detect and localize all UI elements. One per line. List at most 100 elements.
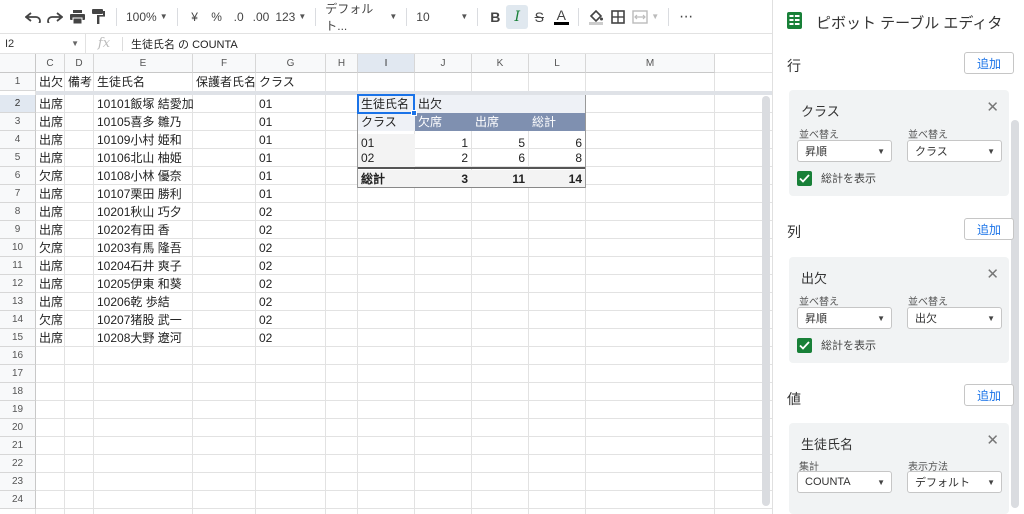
data-cell[interactable]: 欠席 — [36, 311, 65, 329]
data-cell[interactable]: 10107栗田 勝利 — [94, 185, 193, 203]
data-cell[interactable]: 出席 — [36, 257, 65, 275]
pivot-row-field[interactable]: クラス — [358, 113, 415, 131]
row-header[interactable]: 20 — [0, 419, 36, 437]
add-column-button[interactable]: 追加 — [964, 218, 1014, 240]
row-header[interactable]: 6 — [0, 167, 36, 185]
paint-format-icon[interactable] — [88, 5, 110, 29]
pivot-column-field[interactable]: 出欠 — [415, 95, 472, 113]
column-header[interactable]: C — [36, 54, 65, 73]
data-cell[interactable]: 10207猪股 武一 — [94, 311, 193, 329]
pivot-total-cell[interactable]: 14 — [529, 170, 586, 188]
sort-order-select[interactable]: 昇順 ▼ — [797, 140, 892, 162]
row-header[interactable]: 15 — [0, 329, 36, 347]
pivot-column-header[interactable]: 出席 — [472, 113, 529, 131]
header-cell[interactable]: 出欠 — [36, 73, 65, 91]
data-cell[interactable]: 10206乾 歩結 — [94, 293, 193, 311]
row-header[interactable]: 10 — [0, 239, 36, 257]
italic-button[interactable]: I — [506, 4, 529, 29]
more-icon[interactable]: ⋯ — [675, 5, 697, 29]
undo-icon[interactable] — [22, 5, 44, 29]
bold-button[interactable]: B — [484, 5, 506, 29]
row-header[interactable]: 24 — [0, 491, 36, 509]
row-header[interactable]: 13 — [0, 293, 36, 311]
data-cell[interactable]: 02 — [256, 275, 326, 293]
merge-cells-icon[interactable]: ▼ — [629, 5, 662, 29]
print-icon[interactable] — [66, 5, 88, 29]
row-header[interactable]: 12 — [0, 275, 36, 293]
row-header[interactable]: 21 — [0, 437, 36, 455]
show-totals-checkbox[interactable]: 総計を表示 — [797, 170, 876, 186]
currency-format-button[interactable]: ¥ — [184, 5, 206, 29]
pivot-total-cell[interactable]: 11 — [472, 170, 529, 188]
show-totals-checkbox[interactable]: 総計を表示 — [797, 337, 876, 353]
data-cell[interactable]: 01 — [256, 95, 326, 113]
row-header[interactable]: 3 — [0, 113, 36, 131]
row-header[interactable]: 8 — [0, 203, 36, 221]
data-cell[interactable]: 出席 — [36, 95, 65, 113]
data-cell[interactable]: 01 — [256, 185, 326, 203]
row-header[interactable]: 9 — [0, 221, 36, 239]
pivot-value-cell[interactable]: 8 — [529, 149, 586, 167]
data-cell[interactable]: 出席 — [36, 113, 65, 131]
data-cell[interactable]: 出席 — [36, 185, 65, 203]
data-cell[interactable]: 01 — [256, 131, 326, 149]
column-header[interactable]: H — [326, 54, 358, 73]
column-header[interactable]: L — [529, 54, 586, 73]
pivot-total-label[interactable]: 総計 — [358, 170, 415, 188]
data-cell[interactable]: 10108小林 優奈 — [94, 167, 193, 185]
data-cell[interactable]: 01 — [256, 113, 326, 131]
decrease-decimal-button[interactable]: .0 — [228, 5, 250, 29]
data-cell[interactable]: 10202有田 香 — [94, 221, 193, 239]
sort-by-select[interactable]: 出欠 ▼ — [907, 307, 1002, 329]
close-icon[interactable]: ✕ — [986, 265, 999, 283]
data-cell[interactable]: 01 — [256, 167, 326, 185]
data-cell[interactable]: 10205伊東 和葵 — [94, 275, 193, 293]
header-cell[interactable]: 生徒氏名 — [94, 73, 193, 91]
row-header[interactable]: 17 — [0, 365, 36, 383]
data-cell[interactable]: 10208大野 遼河 — [94, 329, 193, 347]
row-header[interactable]: 1 — [0, 73, 36, 91]
data-cell[interactable]: 出席 — [36, 149, 65, 167]
grid-scrollbar[interactable] — [762, 96, 770, 506]
data-cell[interactable]: 02 — [256, 311, 326, 329]
summarize-by-select[interactable]: COUNTA ▼ — [797, 471, 892, 493]
close-icon[interactable]: ✕ — [986, 431, 999, 449]
name-box[interactable]: I2 ▼ — [0, 34, 86, 53]
data-cell[interactable]: 10101飯塚 結愛加 — [94, 95, 193, 113]
spreadsheet-grid[interactable]: C D E F G H I J K L M 1 2 3 4 5 6 7 8 9 10 11 12 13 14 15 16 17 18 19… — [0, 54, 772, 514]
data-cell[interactable]: 10203有馬 隆吾 — [94, 239, 193, 257]
close-icon[interactable]: ✕ — [986, 98, 999, 116]
corner-cell[interactable] — [0, 54, 36, 73]
column-header[interactable]: M — [586, 54, 715, 73]
data-cell[interactable]: 10106北山 柚姫 — [94, 149, 193, 167]
panel-scrollbar[interactable] — [1011, 120, 1019, 508]
column-header[interactable]: D — [65, 54, 94, 73]
pivot-column-header[interactable]: 総計 — [529, 113, 586, 131]
data-cell[interactable]: 10204石井 爽子 — [94, 257, 193, 275]
data-cell[interactable]: 02 — [256, 329, 326, 347]
data-cell[interactable]: 出席 — [36, 203, 65, 221]
data-cell[interactable]: 10105喜多 雛乃 — [94, 113, 193, 131]
pivot-total-cell[interactable]: 3 — [415, 170, 472, 188]
column-header[interactable]: J — [415, 54, 472, 73]
text-color-button[interactable]: A — [550, 5, 572, 29]
row-header[interactable]: 4 — [0, 131, 36, 149]
sort-by-select[interactable]: クラス ▼ — [907, 140, 1002, 162]
row-header[interactable]: 22 — [0, 455, 36, 473]
row-header[interactable]: 16 — [0, 347, 36, 365]
fill-color-icon[interactable] — [585, 5, 607, 29]
data-cell[interactable]: 出席 — [36, 275, 65, 293]
header-cell[interactable]: 保護者氏名 — [193, 73, 256, 91]
data-cell[interactable]: 10109小村 姫和 — [94, 131, 193, 149]
pivot-row-label[interactable]: 02 — [358, 149, 415, 167]
data-cell[interactable]: 01 — [256, 149, 326, 167]
row-header[interactable]: 19 — [0, 401, 36, 419]
percent-format-button[interactable]: % — [206, 5, 228, 29]
number-format-select[interactable]: 123 ▼ — [272, 5, 309, 29]
redo-icon[interactable] — [44, 5, 66, 29]
data-cell[interactable]: 02 — [256, 257, 326, 275]
selected-cell[interactable] — [357, 94, 415, 114]
header-cell[interactable]: クラス — [256, 73, 326, 91]
row-header[interactable]: 5 — [0, 149, 36, 167]
add-row-button[interactable]: 追加 — [964, 52, 1014, 74]
